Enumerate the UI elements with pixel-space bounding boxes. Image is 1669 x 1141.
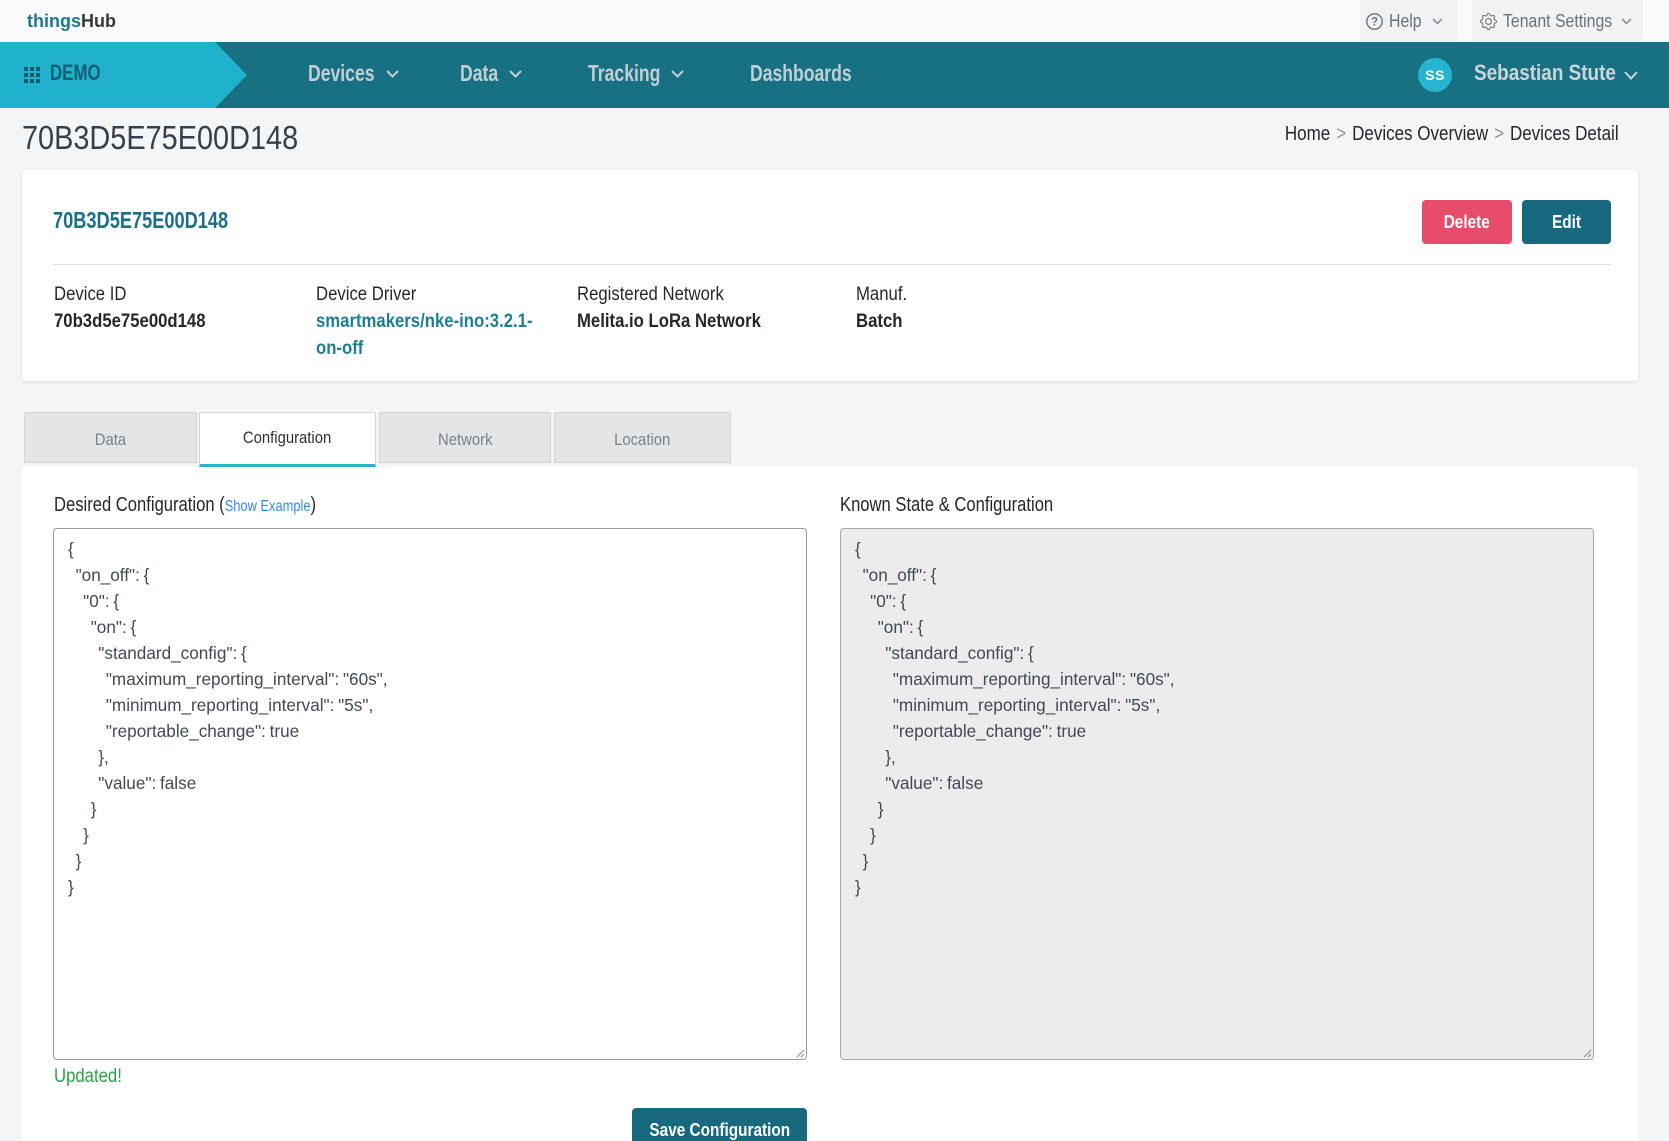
svg-text:?: ?: [1371, 16, 1378, 28]
